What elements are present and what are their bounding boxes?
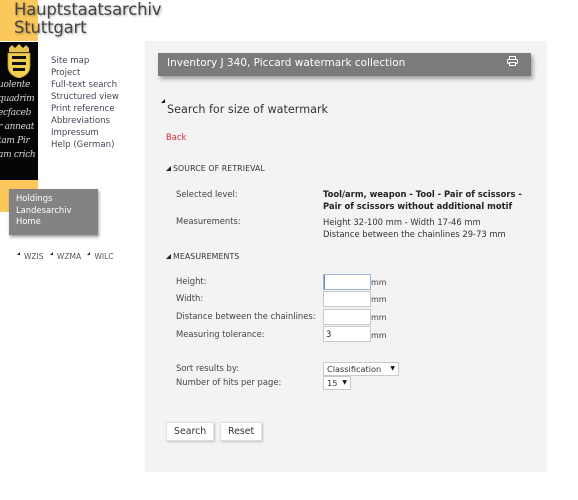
script-text: tam Pir — [0, 136, 30, 146]
home-link[interactable]: Home — [9, 216, 98, 228]
nav-print-reference[interactable]: Print reference — [51, 103, 119, 115]
script-text: r anneat — [0, 122, 35, 132]
side-navigation: Site map Project Full-text search Struct… — [51, 55, 119, 151]
tolerance-input[interactable] — [323, 326, 371, 342]
nav-help-german[interactable]: Help (German) — [51, 139, 119, 151]
back-link[interactable]: Back — [166, 132, 186, 142]
collapse-triangle-icon — [166, 254, 171, 259]
coat-of-arms-image: uolente quadrim ecfaceb r anneat tam Pir… — [0, 42, 38, 180]
script-text: am crich — [0, 150, 36, 160]
dropdown-arrow-icon: ▼ — [390, 365, 395, 372]
nav-site-map[interactable]: Site map — [51, 55, 119, 67]
nav-impressum[interactable]: Impressum — [51, 127, 119, 139]
nav-project[interactable]: Project — [51, 67, 119, 79]
site-title-line2: Stuttgart — [14, 18, 87, 37]
height-label: Height: — [176, 276, 207, 286]
measurements-label: Measurements: — [176, 216, 241, 226]
site-title-line1: Hauptstaatsarchiv — [14, 0, 162, 19]
selected-level-line: Tool/arm, weapon - Tool - Pair of scisso… — [323, 189, 522, 199]
chainline-distance-input[interactable] — [323, 309, 371, 325]
width-unit: mm — [371, 295, 387, 304]
coat-of-arms-icon — [7, 44, 31, 78]
chainline-distance-unit: mm — [371, 313, 387, 322]
triangle-icon — [49, 252, 53, 255]
sort-select-value: Classification — [327, 364, 382, 374]
wzis-link[interactable]: WZIS — [21, 252, 44, 261]
tolerance-unit: mm — [371, 331, 387, 340]
inventory-title-bar: Inventory J 340, Piccard watermark colle… — [158, 53, 531, 76]
holdings-menu: Holdings Landesarchiv Home — [9, 189, 98, 235]
script-text: uolente — [0, 80, 31, 90]
measurements-line: Height 32-100 mm - Width 17-46 mm — [323, 217, 481, 227]
nav-structured-view[interactable]: Structured view — [51, 91, 119, 103]
width-input[interactable] — [323, 291, 371, 307]
selected-level-label: Selected level: — [176, 189, 238, 199]
site-title[interactable]: Hauptstaatsarchiv Stuttgart — [14, 1, 161, 37]
collapse-triangle-icon — [166, 166, 171, 171]
script-text: ecfaceb — [0, 108, 32, 118]
height-input[interactable] — [323, 274, 371, 290]
landesarchiv-link[interactable]: Landesarchiv — [9, 205, 98, 217]
measurements-section-header[interactable]: MEASUREMENTS — [166, 252, 239, 261]
hits-per-page-select[interactable]: 15 ▼ — [323, 376, 351, 390]
source-section-header[interactable]: SOURCE OF RETRIEVAL — [166, 164, 265, 173]
height-unit: mm — [371, 278, 387, 287]
main-panel: Inventory J 340, Piccard watermark colle… — [145, 41, 547, 472]
selected-level-value: Tool/arm, weapon - Tool - Pair of scisso… — [323, 189, 522, 212]
page-heading: Search for size of watermark — [167, 103, 329, 116]
search-button[interactable]: Search — [166, 422, 215, 441]
inventory-title: Inventory J 340, Piccard watermark colle… — [167, 57, 406, 69]
holdings-link[interactable]: Holdings — [9, 193, 98, 205]
width-label: Width: — [176, 293, 204, 303]
sort-select[interactable]: Classification ▼ — [323, 362, 399, 376]
printer-icon[interactable] — [507, 56, 518, 66]
measurements-line: Distance between the chainlines 29-73 mm — [323, 228, 506, 239]
chainline-distance-label: Distance between the chainlines: — [176, 311, 316, 321]
selected-level-line: Pair of scissors without additional moti… — [323, 200, 513, 211]
reset-button[interactable]: Reset — [220, 422, 263, 441]
sort-label: Sort results by: — [176, 363, 240, 373]
hits-per-page-value: 15 — [327, 378, 338, 388]
nav-abbreviations[interactable]: Abbreviations — [51, 115, 119, 127]
hits-per-page-label: Number of hits per page: — [176, 377, 282, 387]
wilc-link[interactable]: WILC — [91, 252, 113, 261]
triangle-icon — [17, 252, 20, 255]
script-text: quadrim — [0, 94, 35, 104]
measurements-value: Height 32-100 mm - Width 17-46 mm Distan… — [323, 217, 506, 240]
tolerance-label: Measuring tolerance: — [176, 329, 265, 339]
nav-full-text-search[interactable]: Full-text search — [51, 79, 119, 91]
measurements-section-title: MEASUREMENTS — [173, 252, 240, 261]
collapse-triangle-icon — [161, 99, 165, 103]
source-section-title: SOURCE OF RETRIEVAL — [173, 164, 265, 173]
database-links: WZIS WZMA WILC — [17, 252, 118, 261]
dropdown-arrow-icon: ▼ — [342, 379, 347, 386]
wzma-link[interactable]: WZMA — [54, 252, 81, 261]
